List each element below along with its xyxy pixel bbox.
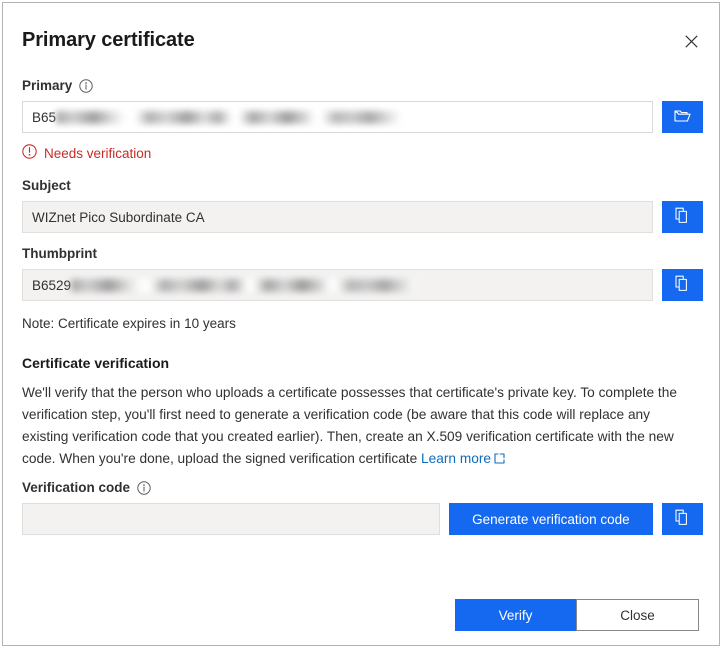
close-icon [684,34,698,48]
verification-code-label: Verification code [22,480,131,495]
dialog-footer: Verify Close [3,587,719,645]
status-badge: Needs verification [22,144,703,164]
thumbprint-input[interactable]: B6529 [22,269,653,301]
dialog-header: Primary certificate [3,3,719,65]
info-icon[interactable] [136,481,151,496]
subject-input-row: WIZnet Pico Subordinate CA [22,201,703,233]
certificate-verification-section: Certificate verification We'll verify th… [22,353,696,471]
thumbprint-field-group: Thumbprint B6529 [22,245,703,301]
primary-field-label-row: Primary [22,77,703,95]
verification-description: We'll verify that the person who uploads… [22,382,696,471]
folder-open-icon [674,108,691,127]
primary-input-value: B65 [32,109,57,125]
info-icon[interactable] [78,79,93,94]
copy-icon [674,207,691,227]
verification-code-row: Generate verification code [22,503,703,535]
expiry-note: Note: Certificate expires in 10 years [22,316,236,331]
primary-field-label: Primary [22,78,73,93]
primary-input-redaction [56,110,402,124]
primary-field-group: Primary B65 Needs verification [22,77,703,164]
external-link-icon [494,449,505,471]
copy-thumbprint-button[interactable] [662,269,703,301]
primary-input[interactable]: B65 [22,101,653,133]
learn-more-link[interactable]: Learn more [421,451,491,466]
page-title: Primary certificate [22,29,195,51]
section-heading: Certificate verification [22,355,170,371]
copy-icon [674,509,691,529]
subject-input-value: WIZnet Pico Subordinate CA [32,209,205,225]
copy-icon [674,275,691,295]
primary-certificate-dialog: Primary certificate Primary B65 Needs ve… [2,2,720,646]
verification-code-label-row: Verification code [22,479,703,497]
status-badge-text: Needs verification [44,146,152,161]
verification-description-text: We'll verify that the person who uploads… [22,385,677,466]
verification-code-group: Verification code Generate verification … [22,479,703,535]
verify-button[interactable]: Verify [455,599,576,631]
subject-field-group: Subject WIZnet Pico Subordinate CA [22,177,703,233]
close-icon-button[interactable] [675,25,707,57]
thumbprint-input-value: B6529 [32,277,72,293]
subject-field-label: Subject [22,178,71,193]
thumbprint-input-row: B6529 [22,269,703,301]
copy-verification-code-button[interactable] [662,503,703,535]
thumbprint-input-redaction [71,278,417,292]
subject-input[interactable]: WIZnet Pico Subordinate CA [22,201,653,233]
verification-code-input[interactable] [22,503,440,535]
thumbprint-field-label: Thumbprint [22,246,97,261]
generate-verification-code-button[interactable]: Generate verification code [448,503,653,535]
copy-subject-button[interactable] [662,201,703,233]
error-circle-icon [22,144,37,164]
close-button[interactable]: Close [576,599,699,631]
browse-certificate-button[interactable] [662,101,703,133]
primary-input-row: B65 [22,101,703,133]
